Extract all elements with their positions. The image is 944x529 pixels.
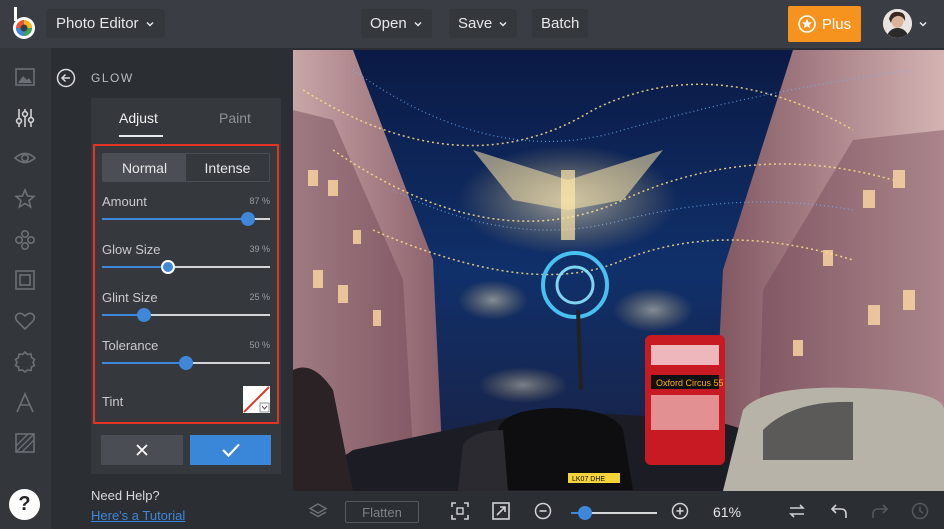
panel-title: GLOW [91,71,134,85]
slider-track[interactable] [102,260,270,274]
photo-editor-app: Photo Editor Open Save Batch Plus ? GLOW… [0,0,944,529]
back-arrow-icon[interactable] [56,68,76,88]
badge-icon[interactable] [13,350,37,374]
account-menu[interactable] [883,9,928,38]
glow-panel: GLOW Adjust Paint Normal Intense Amount … [51,48,293,529]
help-button[interactable]: ? [9,489,40,520]
chevron-down-icon [414,21,422,27]
text-icon[interactable] [13,391,37,415]
user-photo-icon [883,9,912,38]
app-menu-label: Photo Editor [56,15,139,32]
tint-label: Tint [102,394,124,409]
tolerance-slider[interactable]: Tolerance 50 % [102,338,270,378]
zoom-level: 61% [713,504,742,520]
heart-icon[interactable] [13,309,37,333]
mode-normal-button[interactable]: Normal [103,154,186,181]
photo-canvas[interactable]: Oxford Circus 55 LK07 DHE [293,50,944,491]
mode-intense-button[interactable]: Intense [186,154,269,181]
glint-size-label: Glint Size [102,290,158,305]
panel-tabs: Adjust Paint [91,98,281,138]
active-tab-indicator [119,135,163,137]
glow-settings-highlight: Normal Intense Amount 87 % Glow Size 39 … [93,144,279,424]
slider-thumb[interactable] [160,260,175,274]
batch-label: Batch [541,15,580,32]
zoom-out-icon[interactable] [533,501,553,521]
star-badge-icon [798,15,816,33]
slider-thumb[interactable] [137,308,151,322]
amount-label: Amount [102,194,147,209]
frame-icon[interactable] [13,268,37,292]
zoom-in-icon[interactable] [670,501,690,521]
undo-icon[interactable] [829,501,849,521]
chevron-down-icon [919,21,927,27]
chevron-down-icon [499,21,507,27]
save-menu-button[interactable]: Save [449,9,518,38]
tolerance-value: 50 % [249,340,270,350]
glint-size-value: 25 % [249,292,270,302]
slider-thumb[interactable] [241,212,256,226]
slider-fill [102,362,186,364]
zoom-thumb[interactable] [577,506,592,520]
checkmark-icon [221,443,240,458]
zoom-slider[interactable] [571,506,657,520]
app-menu-dropdown[interactable]: Photo Editor [46,9,165,38]
tolerance-label: Tolerance [102,338,159,353]
christmas-lights-street-photo: Oxford Circus 55 LK07 DHE [293,50,944,491]
chevron-down-icon [146,21,154,27]
fit-screen-icon[interactable] [450,501,470,521]
batch-button[interactable]: Batch [532,9,589,38]
amount-slider[interactable]: Amount 87 % [102,194,270,234]
slider-thumb[interactable] [179,356,193,370]
history-icon[interactable] [910,501,930,521]
plus-upgrade-button[interactable]: Plus [788,6,861,42]
save-label: Save [458,15,493,32]
slider-track[interactable] [102,308,270,322]
slider-track[interactable] [102,212,270,226]
texture-icon[interactable] [13,431,37,455]
need-help-text: Need Help? [91,488,160,503]
compare-swap-icon[interactable] [787,501,807,521]
bottom-toolbar: Flatten 61% [293,491,944,529]
star-icon[interactable] [13,187,37,211]
open-label: Open [370,15,407,32]
befunky-logo-icon[interactable] [11,7,37,41]
slider-fill [102,218,249,220]
tool-rail [0,48,51,529]
amount-value: 87 % [249,196,270,206]
avatar [883,9,912,38]
flower-icon[interactable] [13,228,37,252]
mode-toggle: Normal Intense [102,153,270,182]
glint-size-slider[interactable]: Glint Size 25 % [102,290,270,330]
cancel-button[interactable] [101,435,183,465]
plus-label: Plus [821,15,852,33]
layers-icon[interactable] [308,501,328,521]
glow-options-card: Adjust Paint Normal Intense Amount 87 % … [91,98,281,474]
slider-fill [102,266,168,268]
glow-size-label: Glow Size [102,242,161,257]
glow-size-value: 39 % [249,244,270,254]
apply-button[interactable] [190,435,271,465]
tab-adjust[interactable]: Adjust [119,110,158,126]
top-bar: Photo Editor Open Save Batch Plus [0,0,944,48]
redo-icon[interactable] [870,501,890,521]
actual-size-icon[interactable] [491,501,511,521]
tutorial-link[interactable]: Here's a Tutorial [91,508,185,523]
image-icon[interactable] [13,65,37,89]
open-menu-button[interactable]: Open [361,9,432,38]
glow-size-slider[interactable]: Glow Size 39 % [102,242,270,282]
tab-paint[interactable]: Paint [219,110,251,126]
taxi-plate: LK07 DHE [572,476,605,483]
bus-destination-sign: Oxford Circus 55 [656,378,724,388]
flatten-button[interactable]: Flatten [345,501,419,523]
tint-color-picker[interactable] [243,386,270,413]
eye-icon[interactable] [13,146,37,170]
close-icon [136,444,148,456]
adjustments-icon[interactable] [13,106,37,130]
slider-track[interactable] [102,356,270,370]
